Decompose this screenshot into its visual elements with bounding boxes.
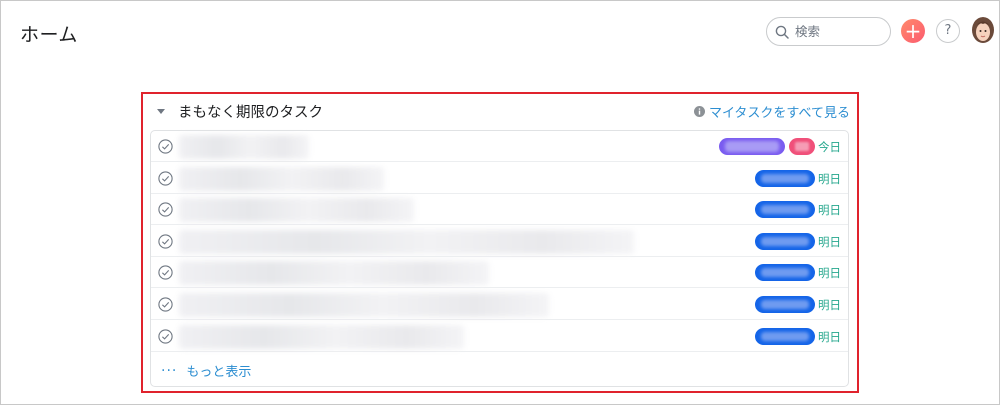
complete-check-icon[interactable] (158, 170, 173, 186)
blue-tag[interactable] (755, 296, 815, 313)
more-dots-icon: ··· (161, 362, 178, 379)
blue-tag[interactable] (755, 169, 815, 187)
blue-tag[interactable] (755, 232, 815, 250)
card-title: まもなく期限のタスク (178, 104, 323, 121)
help-button[interactable]: ? (936, 19, 960, 43)
add-button[interactable]: + (901, 19, 925, 43)
complete-check-icon[interactable] (158, 139, 173, 154)
due-date: 明日 (818, 203, 841, 218)
task-row[interactable]: 明日 (151, 289, 848, 320)
search-input[interactable] (795, 24, 885, 39)
task-name-redacted (179, 261, 489, 286)
task-name-redacted (179, 166, 384, 191)
due-date: 明日 (818, 329, 841, 344)
search-icon (775, 25, 789, 39)
blue-tag[interactable] (755, 264, 815, 282)
task-row[interactable]: 明日 (151, 321, 848, 352)
task-name-redacted (179, 229, 634, 254)
purple-tag[interactable] (719, 138, 785, 155)
search-box[interactable] (766, 17, 891, 46)
due-date: 明日 (818, 171, 841, 186)
task-row[interactable]: 明日 (151, 194, 848, 226)
task-name-redacted (179, 135, 309, 159)
complete-check-icon[interactable] (158, 328, 173, 344)
view-all-tasks-link[interactable]: マイタスクをすべて見る (693, 102, 850, 121)
complete-check-icon[interactable] (158, 297, 173, 312)
task-name-redacted (179, 293, 549, 317)
plus-icon: + (904, 19, 922, 43)
show-more-link[interactable]: ··· もっと表示 (161, 361, 252, 381)
avatar[interactable] (970, 17, 996, 45)
due-date: 明日 (818, 266, 841, 281)
blue-tag[interactable] (755, 327, 815, 345)
due-date: 明日 (818, 298, 841, 312)
due-date: 明日 (818, 234, 841, 249)
help-label: ? (944, 23, 952, 38)
show-more-label: もっと表示 (186, 365, 252, 380)
complete-check-icon[interactable] (158, 265, 173, 281)
blue-tag[interactable] (755, 201, 815, 219)
task-name-redacted (179, 198, 414, 223)
pink-tag[interactable] (789, 138, 815, 155)
task-list: 今日 明日 明日 明日 明日 明日 明日 ··· もっと表示 (150, 130, 849, 387)
task-row[interactable]: 明日 (151, 163, 848, 194)
page-title: ホーム (20, 24, 78, 46)
task-row[interactable]: 明日 (151, 257, 848, 289)
complete-check-icon[interactable] (158, 202, 173, 217)
task-row[interactable]: 明日 (151, 226, 848, 257)
complete-check-icon[interactable] (158, 234, 173, 249)
collapse-caret-icon[interactable] (156, 106, 166, 116)
task-name-redacted (179, 324, 464, 349)
info-icon (693, 105, 705, 117)
card-header: まもなく期限のタスク マイタスクをすべて見る (156, 100, 850, 122)
due-date: 今日 (818, 140, 841, 154)
view-all-tasks-label: マイタスクをすべて見る (708, 105, 850, 121)
task-row[interactable]: 今日 (151, 131, 848, 162)
